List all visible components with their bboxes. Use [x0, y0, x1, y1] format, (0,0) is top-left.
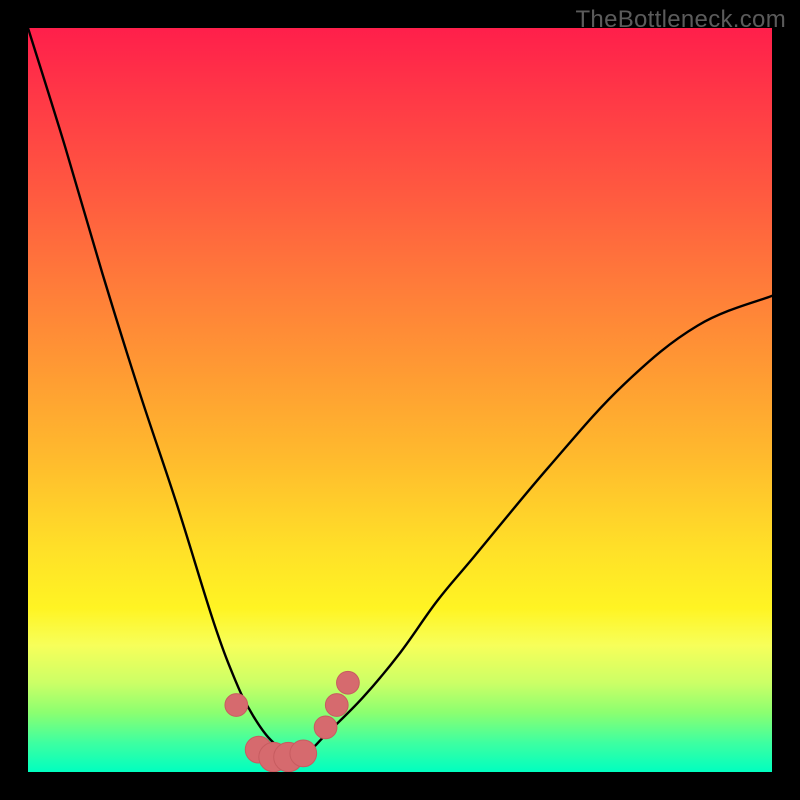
curve-marker [325, 694, 348, 717]
curve-marker [290, 740, 317, 767]
curve-marker [225, 694, 248, 717]
bottleneck-curve [28, 28, 772, 772]
curve-marker [337, 671, 360, 694]
watermark-text: TheBottleneck.com [575, 6, 786, 34]
curve-marker [314, 716, 337, 739]
chart-frame: TheBottleneck.com [0, 0, 800, 800]
chart-plot-area [28, 28, 772, 772]
